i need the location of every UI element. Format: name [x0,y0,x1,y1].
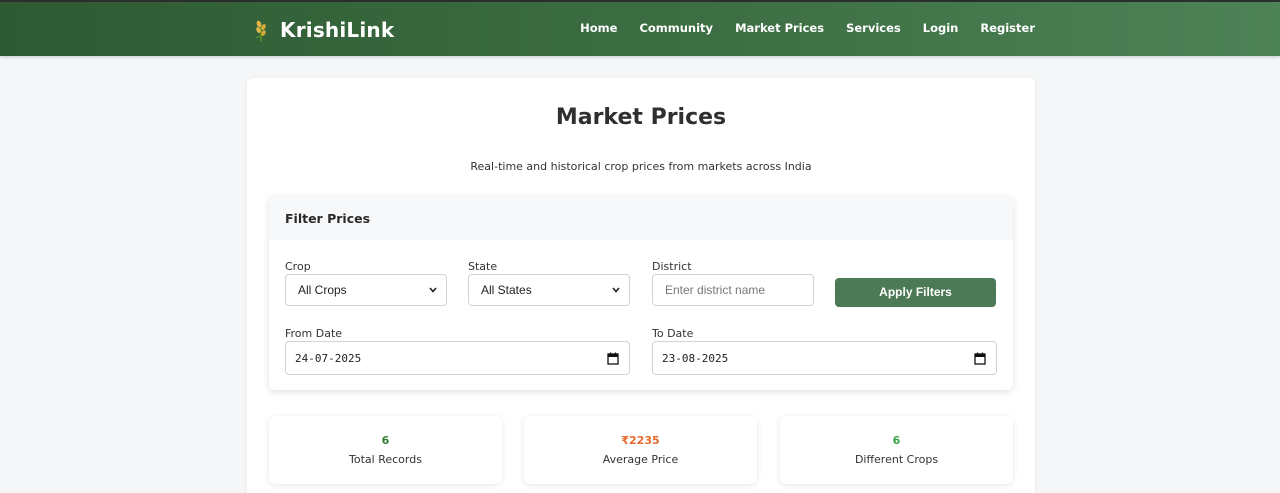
stat-card-average-price: ₹2235 Average Price [524,416,757,484]
state-label: State [468,260,498,273]
from-date-label: From Date [285,327,343,340]
from-date-value: 24-07-2025 [295,351,362,365]
chevron-down-icon [612,287,620,293]
stat-card-different-crops: 6 Different Crops [780,416,1013,484]
chevron-down-icon [429,287,437,293]
district-input[interactable]: Enter district name [652,274,814,306]
apply-filters-button[interactable]: Apply Filters [835,278,996,307]
top-navbar: KrishiLink Home Community Market Prices … [0,0,1280,56]
state-select-value: All States [481,283,532,297]
nav-links: Home Community Market Prices Services Lo… [558,21,1035,35]
nav-market-prices[interactable]: Market Prices [735,21,824,35]
nav-register[interactable]: Register [980,21,1035,35]
nav-login[interactable]: Login [923,21,959,35]
stat-value: 6 [381,434,390,447]
stat-label: Different Crops [854,453,939,466]
wheat-icon [255,20,266,41]
stat-value: ₹2235 [621,434,660,447]
calendar-icon[interactable] [974,352,986,365]
district-placeholder: Enter district name [665,283,766,297]
crop-label: Crop [285,260,311,273]
brand[interactable]: KrishiLink [251,16,394,44]
from-date-input[interactable]: 24-07-2025 [285,341,630,375]
brand-name: KrishiLink [280,18,395,42]
calendar-icon[interactable] [607,352,619,365]
state-select[interactable]: All States [468,274,630,306]
to-date-value: 23-08-2025 [662,351,729,365]
crop-select-value: All Crops [298,283,347,297]
main-card: Market Prices Real-time and historical c… [247,78,1035,493]
to-date-input[interactable]: 23-08-2025 [652,341,997,375]
nav-home[interactable]: Home [580,21,617,35]
stat-card-total-records: 6 Total Records [269,416,502,484]
stat-label: Total Records [349,453,422,466]
filter-header: Filter Prices [269,196,1013,240]
to-date-label: To Date [652,327,694,340]
stat-label: Average Price [602,453,679,466]
nav-community[interactable]: Community [639,21,713,35]
page-title: Market Prices [555,105,727,130]
filter-panel: Filter Prices Crop All Crops State All S… [269,196,1013,390]
page-subtitle: Real-time and historical crop prices fro… [470,160,812,173]
nav-services[interactable]: Services [846,21,901,35]
district-label: District [652,260,692,273]
stat-value: 6 [892,434,901,447]
crop-select[interactable]: All Crops [285,274,447,306]
